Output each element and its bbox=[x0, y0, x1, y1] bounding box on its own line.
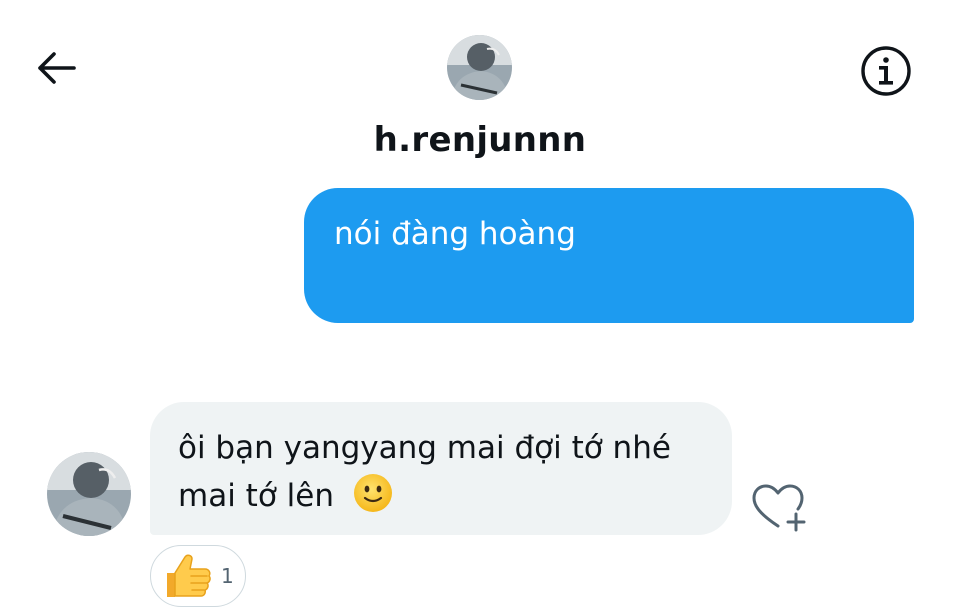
received-message-line-1: ôi bạn yangyang mai đợi tớ nhé bbox=[178, 430, 671, 466]
heart-plus-icon bbox=[752, 484, 806, 532]
received-message-line-2: mai tớ lên bbox=[178, 478, 334, 514]
thumbs-up-icon bbox=[161, 551, 213, 606]
received-message-bubble[interactable]: ôi bạn yangyang mai đợi tớ nhé mai tớ lê… bbox=[150, 402, 732, 535]
dm-conversation-screen: h.renjunnn nói đàng hoàng ôi bạn yangyan… bbox=[0, 0, 960, 612]
info-icon bbox=[861, 46, 911, 96]
reaction-count: 1 bbox=[221, 564, 234, 588]
conversation-username[interactable]: h.renjunnn bbox=[0, 120, 960, 160]
sent-message-text: nói đàng hoàng bbox=[334, 216, 576, 252]
add-reaction-button[interactable] bbox=[750, 482, 810, 534]
received-message-line-2-wrap: mai tớ lên bbox=[178, 472, 704, 528]
reaction-thumbs-up[interactable]: 1 bbox=[150, 545, 246, 607]
sender-avatar[interactable] bbox=[47, 452, 131, 536]
info-button[interactable] bbox=[858, 43, 914, 99]
sent-message-bubble[interactable]: nói đàng hoàng bbox=[304, 188, 914, 323]
arrow-left-icon bbox=[38, 52, 76, 84]
avatar[interactable] bbox=[447, 35, 512, 100]
slightly-smiling-face-icon bbox=[352, 472, 394, 528]
back-button[interactable] bbox=[32, 44, 80, 92]
conversation-header: h.renjunnn bbox=[0, 0, 960, 185]
